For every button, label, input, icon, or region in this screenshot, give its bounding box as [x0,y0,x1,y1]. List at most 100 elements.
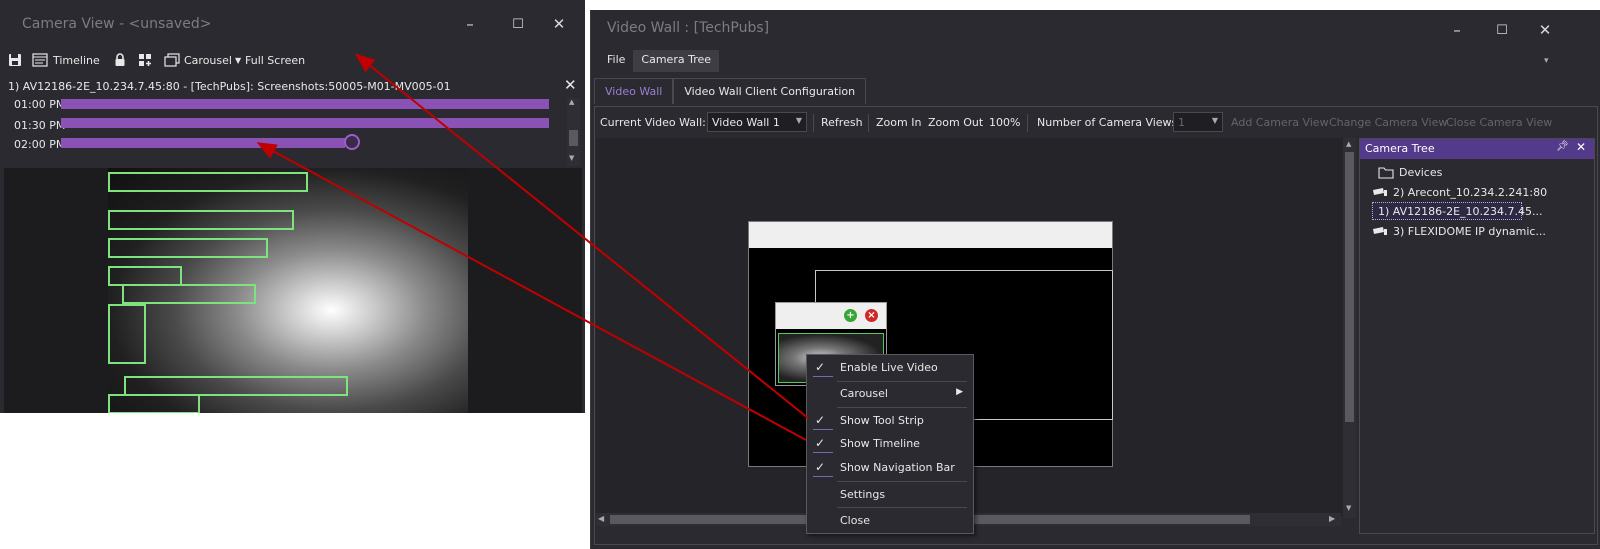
close-icon[interactable]: ✕ [1576,140,1586,154]
scroll-down-icon[interactable]: ▼ [569,154,574,162]
camera-icon [1373,227,1387,235]
timeline-playhead[interactable] [344,134,360,150]
camera-tree-header: Camera Tree 📌︎ ✕ [1360,139,1594,159]
minimize-button[interactable]: – [456,10,484,38]
refresh-button[interactable]: Refresh [821,116,863,129]
tree-item-label: 1) AV12186-2E_10.234.7.45... [1378,204,1543,218]
tree-item-camera[interactable]: 2) Arecont_10.234.2.241:80 [1372,183,1547,201]
check-underline [813,476,833,477]
scroll-thumb[interactable] [569,130,578,146]
carousel-button[interactable]: Carousel ▼ [164,51,241,69]
menu-separator [837,507,967,508]
change-camera-view-button[interactable]: Change Camera View [1329,116,1447,129]
menu-item-label: Settings [840,488,886,501]
tab-client-config[interactable]: Video Wall Client Configuration [673,78,867,104]
chevron-right-icon: ▶ [956,387,963,397]
menu-item-show-timeline[interactable]: ✓ Show Timeline [807,433,973,455]
num-camera-views-label: Number of Camera Views [1037,116,1178,129]
close-camera-icon[interactable]: ✕ [564,76,577,94]
timeline-scrollbar[interactable]: ▲ ▼ [567,98,580,166]
camera-tree-panel: Camera Tree 📌︎ ✕ Devices 2) Arecont_10.2… [1359,138,1595,534]
check-underline [813,452,833,453]
scroll-right-icon[interactable]: ▶ [1329,514,1335,523]
zoom-level: 100% [989,116,1021,129]
close-button[interactable]: ✕ [1531,16,1559,44]
menu-item-enable-live-video[interactable]: ✓ Enable Live Video [807,357,973,379]
timeline-bar[interactable] [61,118,549,128]
check-icon: ✓ [815,460,826,474]
toolbar-separator [868,114,869,132]
scroll-up-icon[interactable]: ▲ [569,98,574,106]
add-camera-view-button[interactable]: Add Camera View [1231,116,1329,129]
check-icon: ✓ [815,360,826,374]
toolbar-separator [1027,114,1028,132]
tree-item-camera[interactable]: 3) FLEXIDOME IP dynamic... [1372,222,1546,240]
menu-item-label: Carousel [840,387,888,400]
current-video-wall-select[interactable]: Video Wall 1 ▼ [707,112,807,132]
motion-box [108,172,308,192]
minimize-button[interactable]: – [1443,16,1471,44]
toolbar-separator [813,114,814,132]
remove-icon[interactable]: × [865,309,878,322]
timeline-label: Timeline [53,53,100,67]
lock-icon[interactable] [114,51,126,69]
menu-item-carousel[interactable]: Carousel ▶ [807,383,973,405]
menu-item-show-navigation-bar[interactable]: ✓ Show Navigation Bar [807,457,973,479]
context-menu: ✓ Enable Live Video Carousel ▶ ✓ Show To… [806,354,974,534]
scroll-down-icon[interactable]: ▼ [1346,504,1351,512]
menu-item-label: Show Tool Strip [840,414,924,427]
motion-box [122,284,256,304]
full-screen-button[interactable]: Full Screen [245,51,305,69]
scroll-left-icon[interactable]: ◀ [598,514,604,523]
close-button[interactable]: ✕ [545,10,573,38]
timeline-button[interactable]: Timeline [32,51,100,69]
camera-toolbar: Timeline Carousel ▼ Full Screen [0,46,585,72]
close-camera-view-button[interactable]: Close Camera View [1446,116,1552,129]
camera-view-window: Camera View - <unsaved> – ☐ ✕ Timeline C… [0,0,585,413]
menu-item-close[interactable]: Close [807,510,973,532]
vertical-scrollbar[interactable]: ▲ ▼ [1343,138,1356,518]
motion-box [108,304,146,364]
maximize-button[interactable]: ☐ [1488,16,1516,44]
add-icon[interactable]: + [844,309,857,322]
check-underline [813,376,833,377]
maximize-button[interactable]: ☐ [504,10,532,38]
timeline-icon [32,53,48,67]
menu-item-settings[interactable]: Settings [807,484,973,506]
tab-strip: Video Wall Video Wall Client Configurati… [594,78,867,104]
tree-item-camera-selected[interactable]: 1) AV12186-2E_10.234.7.45... [1372,202,1543,220]
menu-camera-tree[interactable]: Camera Tree [633,50,720,72]
zoom-out-button[interactable]: Zoom Out [928,116,983,129]
chevron-down-icon: ▼ [234,55,242,65]
overflow-menu-icon[interactable]: ▾ [1544,56,1549,66]
folder-icon [1378,166,1394,179]
scroll-thumb[interactable] [1345,152,1354,422]
timeline-row-label: 01:00 PM [14,98,66,111]
menu-item-show-tool-strip[interactable]: ✓ Show Tool Strip [807,410,973,432]
tree-item-devices[interactable]: Devices [1378,163,1442,181]
layout-icon[interactable] [138,51,154,69]
motion-box [108,238,268,258]
timeline-bar[interactable] [61,138,345,148]
scroll-up-icon[interactable]: ▲ [1346,140,1351,148]
current-video-wall-label: Current Video Wall: [600,116,706,129]
num-camera-views-select[interactable]: 1 ▼ [1173,112,1223,132]
menu-item-label: Enable Live Video [840,361,938,374]
save-icon[interactable] [8,51,22,69]
menu-item-label: Show Timeline [840,437,920,450]
zoom-in-button[interactable]: Zoom In [876,116,921,129]
menu-bar: File Camera Tree [599,50,720,72]
pin-icon[interactable]: 📌︎ [1556,141,1569,152]
camera-tree-title: Camera Tree [1365,142,1435,155]
timeline-bar[interactable] [61,99,549,109]
monitor-header [749,222,1112,248]
menu-file[interactable]: File [599,50,633,72]
timeline-row-label: 01:30 PM [14,119,66,132]
tab-video-wall[interactable]: Video Wall [594,78,674,104]
tree-item-label: 3) FLEXIDOME IP dynamic... [1393,224,1546,238]
chevron-down-icon: ▼ [1211,116,1218,125]
camera-video[interactable] [4,168,582,413]
check-underline [813,429,833,430]
camera-icon [1373,188,1387,196]
menu-separator [837,481,967,482]
